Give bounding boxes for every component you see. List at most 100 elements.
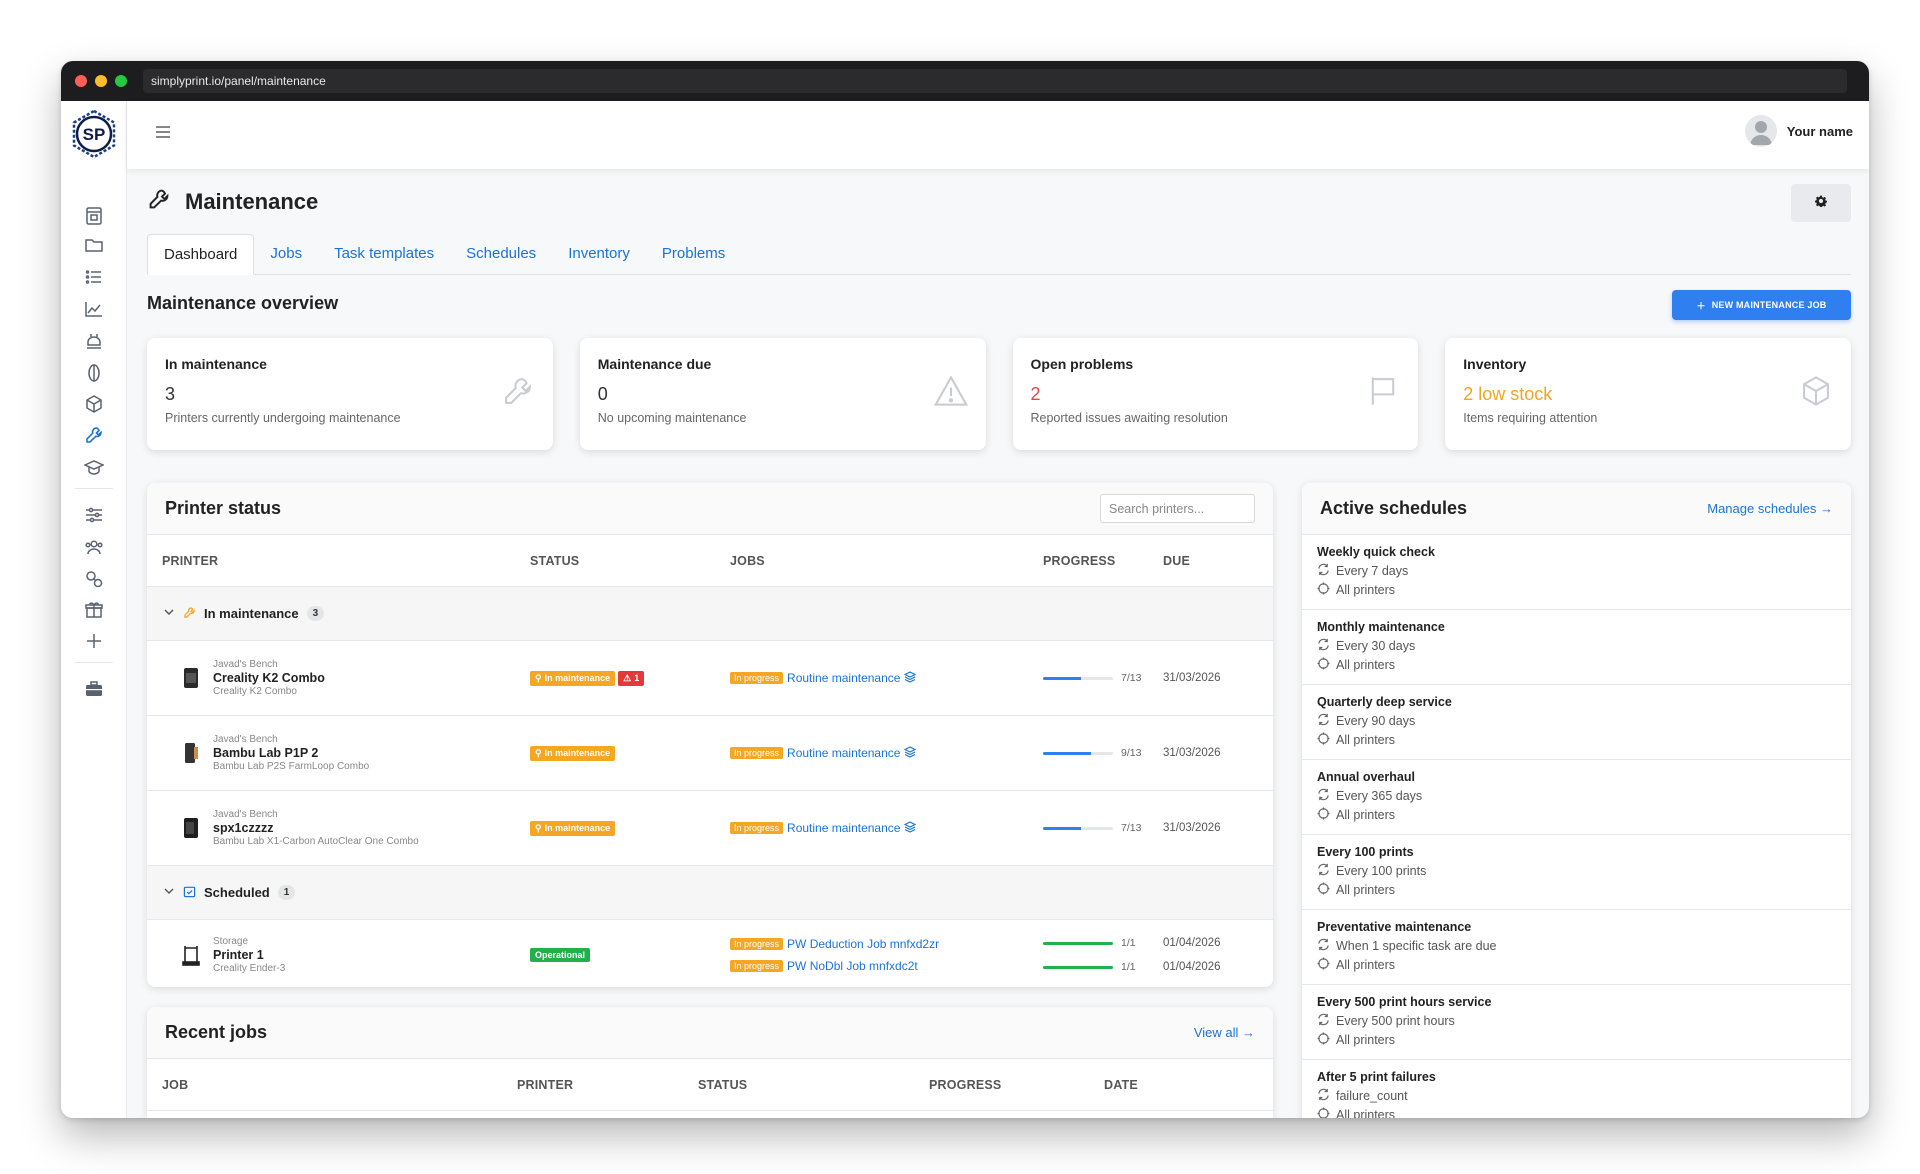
chevron-down-icon[interactable]: [163, 606, 175, 621]
job-link[interactable]: PW NoDbl Job mnfxdc2t: [787, 959, 918, 973]
briefcase-icon[interactable]: [82, 677, 106, 701]
simplyprint-logo[interactable]: SP: [69, 109, 119, 159]
column-header[interactable]: PROGRESS: [1043, 554, 1163, 568]
manage-schedules-link[interactable]: Manage schedules →: [1707, 501, 1833, 516]
card-description: Printers currently undergoing maintenanc…: [165, 411, 401, 425]
maximize-window-button[interactable]: [115, 75, 127, 87]
column-header[interactable]: PRINTER: [517, 1078, 698, 1092]
stat-card-in-maintenance[interactable]: In maintenance 3 Printers currently unde…: [147, 338, 553, 450]
add-icon[interactable]: [82, 629, 106, 653]
stat-card-inventory[interactable]: Inventory 2 low stock Items requiring at…: [1445, 338, 1851, 450]
column-header[interactable]: DUE: [1163, 554, 1190, 568]
schedule-target: All printers: [1336, 808, 1396, 822]
column-header[interactable]: STATUS: [698, 1078, 929, 1092]
queue-list-icon[interactable]: [82, 265, 106, 289]
statistics-icon[interactable]: [82, 297, 106, 321]
column-header[interactable]: STATUS: [530, 554, 730, 568]
target-icon: [1317, 957, 1330, 973]
view-all-link[interactable]: View all →: [1194, 1025, 1255, 1040]
schedule-item[interactable]: Weekly quick check Every 7 days All prin…: [1302, 535, 1851, 610]
stat-card-open-problems[interactable]: Open problems 2 Reported issues awaiting…: [1012, 338, 1419, 450]
education-icon[interactable]: [82, 455, 106, 479]
target-icon: [1317, 582, 1330, 598]
new-maintenance-job-button[interactable]: ＋ NEW MAINTENANCE JOB: [1672, 290, 1851, 320]
schedule-name: Preventative maintenance: [1317, 920, 1472, 934]
printer-name[interactable]: Creality K2 Combo: [213, 671, 325, 685]
job-progress: 1/1: [1043, 961, 1163, 973]
wrench-icon: [147, 187, 171, 217]
folder-icon[interactable]: [82, 233, 106, 257]
table-row[interactable]: Javad's Bench Creality K2 Combo Creality…: [147, 641, 1273, 716]
schedule-item[interactable]: Monthly maintenance Every 30 days All pr…: [1302, 610, 1851, 685]
due-date: 01/04/2026: [1163, 961, 1221, 973]
cube-icon[interactable]: [82, 392, 106, 416]
job-link[interactable]: Routine maintenance: [787, 671, 900, 685]
progress-fill: [1043, 941, 1113, 945]
schedule-interval: Every 100 prints: [1336, 864, 1427, 878]
printer-name[interactable]: Printer 1: [213, 948, 285, 962]
job-link[interactable]: Routine maintenance: [787, 821, 900, 835]
printer-icon[interactable]: [82, 204, 106, 228]
table-header: PRINTER STATUS JOBS PROGRESS DUE: [147, 535, 1273, 587]
schedule-name: Every 100 prints: [1317, 845, 1414, 859]
user-menu[interactable]: Your name: [1744, 115, 1853, 147]
wrench-icon[interactable]: [82, 423, 106, 447]
integrations-icon[interactable]: [82, 567, 106, 591]
print-farm-icon[interactable]: [82, 329, 106, 353]
table-row[interactable]: Javad's Bench spx1czzzz Bambu Lab X1-Car…: [147, 791, 1273, 866]
address-bar[interactable]: simplyprint.io/panel/maintenance: [143, 69, 1847, 93]
column-header[interactable]: JOB: [147, 1078, 517, 1092]
table-row[interactable]: Javad's Bench Bambu Lab P1P 2 Bambu Lab …: [147, 716, 1273, 791]
menu-toggle-icon[interactable]: [155, 125, 171, 144]
printer-name[interactable]: spx1czzzz: [213, 821, 419, 835]
column-header[interactable]: JOBS: [730, 554, 1043, 568]
close-window-button[interactable]: [75, 75, 87, 87]
printer-name[interactable]: Bambu Lab P1P 2: [213, 746, 369, 760]
stat-cards: In maintenance 3 Printers currently unde…: [147, 338, 1851, 450]
progress-text: 7/13: [1121, 822, 1142, 834]
group-header-scheduled[interactable]: Scheduled 1: [147, 866, 1273, 920]
tab-dashboard[interactable]: Dashboard: [147, 234, 255, 275]
schedule-item[interactable]: Preventative maintenance When 1 specific…: [1302, 910, 1851, 985]
settings-sliders-icon[interactable]: [82, 503, 106, 527]
layers-icon[interactable]: [904, 670, 917, 686]
schedule-interval: Every 365 days: [1336, 789, 1423, 803]
tab-inventory[interactable]: Inventory: [552, 234, 646, 275]
table-row[interactable]: Storage Printer 1 Creality Ender-3 Opera…: [147, 920, 1273, 987]
top-bar: Your name: [127, 101, 1869, 169]
schedule-item[interactable]: Quarterly deep service Every 90 days All…: [1302, 685, 1851, 760]
tab-problems[interactable]: Problems: [646, 234, 741, 275]
users-icon[interactable]: [82, 535, 106, 559]
chevron-down-icon[interactable]: [163, 885, 175, 900]
layers-icon[interactable]: [904, 820, 917, 836]
minimize-window-button[interactable]: [95, 75, 107, 87]
stat-card-maintenance-due[interactable]: Maintenance due 0 No upcoming maintenanc…: [579, 338, 986, 450]
card-title: In maintenance: [165, 356, 267, 372]
column-header[interactable]: PROGRESS: [929, 1078, 1104, 1092]
layers-icon[interactable]: [904, 745, 917, 761]
schedule-item[interactable]: Annual overhaul Every 365 days All print…: [1302, 760, 1851, 835]
filament-icon[interactable]: [82, 361, 106, 385]
problem-badge[interactable]: ⚠ 1: [618, 670, 645, 686]
job-link[interactable]: PW Deduction Job mnfxd2zr: [787, 937, 939, 951]
group-header-in-maintenance[interactable]: In maintenance 3: [147, 587, 1273, 641]
card-description: Items requiring attention: [1463, 411, 1598, 425]
printer-thumbnail: [181, 741, 201, 765]
panel-title: Printer status: [165, 498, 282, 518]
column-header[interactable]: PRINTER: [147, 554, 530, 568]
schedule-item[interactable]: After 5 print failures failure_count All…: [1302, 1060, 1851, 1118]
card-title: Open problems: [1030, 356, 1134, 372]
tab-schedules[interactable]: Schedules: [450, 234, 552, 275]
gift-icon[interactable]: [82, 598, 106, 622]
schedule-name: Monthly maintenance: [1317, 620, 1445, 634]
tab-jobs[interactable]: Jobs: [254, 234, 318, 275]
tab-task-templates[interactable]: Task templates: [318, 234, 450, 275]
column-header[interactable]: DATE: [1104, 1078, 1138, 1092]
job-link[interactable]: Routine maintenance: [787, 746, 900, 760]
search-printers-input[interactable]: [1100, 494, 1255, 523]
schedule-item[interactable]: Every 500 print hours service Every 500 …: [1302, 985, 1851, 1060]
schedule-item[interactable]: Every 100 prints Every 100 prints All pr…: [1302, 835, 1851, 910]
wrench-icon: ⚲: [535, 822, 542, 833]
card-value: 3: [165, 384, 176, 404]
settings-button[interactable]: [1791, 184, 1851, 222]
